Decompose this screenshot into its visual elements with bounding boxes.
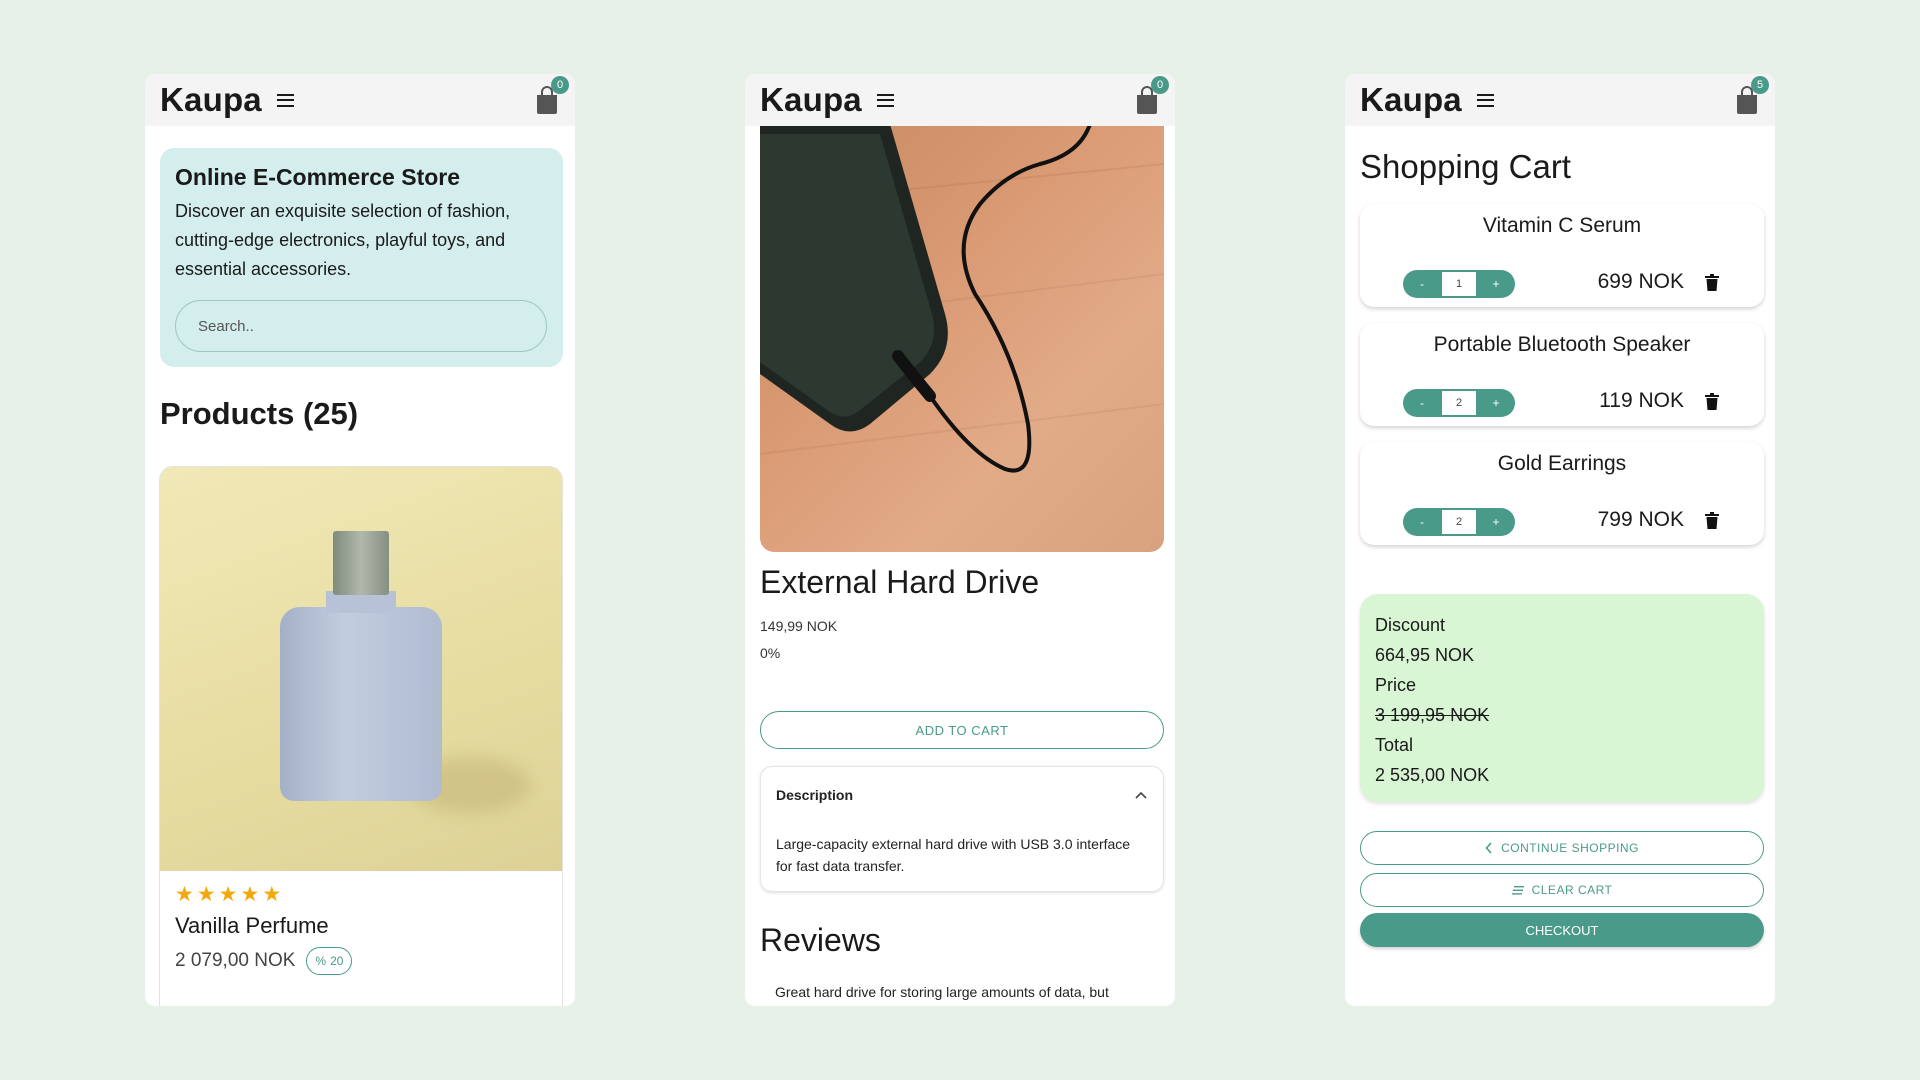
continue-shopping-button[interactable]: CONTINUE SHOPPING (1360, 831, 1764, 865)
page-title: Shopping Cart (1360, 148, 1571, 185)
menu-icon[interactable] (876, 93, 894, 107)
quantity-stepper: - + (1403, 508, 1515, 536)
description-text: Large-capacity external hard drive with … (776, 836, 1131, 874)
star-icon: ★ (218, 883, 238, 906)
product-image (760, 124, 1164, 552)
hero-text: Discover an exquisite selection of fashi… (175, 201, 511, 279)
product-card[interactable]: ★ ★ ★ ★ ★ Vanilla Perfume 2 079,00 NOK %… (159, 466, 563, 1006)
add-to-cart-button[interactable]: ADD TO CART (760, 711, 1164, 749)
products-heading: Products (25) (160, 396, 359, 431)
reviews-heading: Reviews (760, 922, 881, 958)
increase-button[interactable]: + (1477, 396, 1515, 410)
price-label: Price (1375, 675, 1417, 695)
brand-logo[interactable]: Kaupa (160, 81, 262, 119)
trash-icon[interactable] (1705, 512, 1719, 529)
decrease-button[interactable]: - (1403, 396, 1441, 410)
cart-item: Gold Earrings - + 799 NOK (1360, 442, 1764, 545)
discount-value: 20 (330, 954, 344, 968)
clear-cart-button[interactable]: CLEAR CART (1360, 873, 1764, 907)
product-discount: 0% (760, 645, 781, 661)
product-screen: Kaupa 0 External Hard Drive 149,99 NOK 0… (745, 74, 1175, 1006)
cart-item: Vitamin C Serum - + 699 NOK (1360, 204, 1764, 307)
description-accordion: Description Large-capacity external hard… (760, 766, 1164, 892)
review-text: Great hard drive for storing large amoun… (775, 984, 1109, 1000)
decrease-button[interactable]: - (1403, 277, 1441, 291)
decrease-button[interactable]: - (1403, 515, 1441, 529)
cart-screen: Kaupa 5 Shopping Cart Vitamin C Serum - … (1345, 74, 1775, 1006)
cart-item-name: Gold Earrings (1497, 452, 1627, 475)
cart-count-badge: 0 (551, 76, 569, 94)
app-header: Kaupa 0 (145, 74, 575, 126)
original-price: 3 199,95 NOK (1375, 705, 1490, 725)
continue-shopping-label: CONTINUE SHOPPING (1501, 841, 1639, 855)
menu-icon[interactable] (1476, 93, 1494, 107)
description-label: Description (776, 787, 854, 803)
cart-item-name: Portable Bluetooth Speaker (1433, 333, 1691, 356)
product-price: 2 079,00 NOK (175, 950, 296, 971)
cart-count-badge: 5 (1751, 76, 1769, 94)
home-screen: Kaupa 0 Online E-Commerce Store Discover… (145, 74, 575, 1006)
product-name[interactable]: Vanilla Perfume (175, 913, 547, 939)
cart-count-badge: 0 (1151, 76, 1169, 94)
brand-logo[interactable]: Kaupa (760, 81, 862, 119)
chevron-up-icon (1135, 791, 1147, 799)
discount-value: 664,95 NOK (1375, 645, 1475, 665)
quantity-input[interactable] (1441, 390, 1477, 416)
discount-label: Discount (1375, 615, 1446, 635)
cart-item-price: 119 NOK (1599, 389, 1684, 412)
increase-button[interactable]: + (1477, 277, 1515, 291)
trash-icon[interactable] (1705, 274, 1719, 291)
brand-logo[interactable]: Kaupa (1360, 81, 1462, 119)
checkout-button[interactable]: CHECKOUT (1360, 913, 1764, 947)
chevron-left-icon (1485, 842, 1492, 854)
discount-badge: % 20 (306, 947, 353, 975)
list-icon (1511, 885, 1524, 895)
cart-button[interactable]: 5 (1735, 76, 1769, 114)
product-image[interactable] (160, 467, 562, 871)
app-header: Kaupa 0 (745, 74, 1175, 126)
trash-icon[interactable] (1705, 393, 1719, 410)
star-icon: ★ (240, 883, 260, 906)
star-icon: ★ (196, 883, 216, 906)
cart-item-name: Vitamin C Serum (1482, 214, 1642, 237)
quantity-stepper: - + (1403, 389, 1515, 417)
star-icon: ★ (262, 883, 282, 906)
product-price: 149,99 NOK (760, 618, 838, 634)
cart-item-price: 799 NOK (1597, 508, 1684, 531)
cart-button[interactable]: 0 (535, 76, 569, 114)
percent-icon: % (315, 954, 327, 968)
cart-item: Portable Bluetooth Speaker - + 119 NOK (1360, 323, 1764, 426)
search-input[interactable] (175, 300, 547, 352)
app-header: Kaupa 5 (1345, 74, 1775, 126)
menu-icon[interactable] (276, 93, 294, 107)
star-icon: ★ (175, 883, 194, 906)
order-summary: Discount 664,95 NOK Price 3 199,95 NOK T… (1360, 594, 1764, 802)
description-toggle[interactable]: Description (776, 767, 1148, 823)
cart-item-price: 699 NOK (1597, 270, 1684, 293)
total-value: 2 535,00 NOK (1375, 765, 1490, 785)
quantity-input[interactable] (1441, 509, 1477, 535)
clear-cart-label: CLEAR CART (1531, 883, 1613, 897)
cart-button[interactable]: 0 (1135, 76, 1169, 114)
rating-stars: ★ ★ ★ ★ ★ (175, 883, 547, 907)
quantity-input[interactable] (1441, 271, 1477, 297)
hero-banner: Online E-Commerce Store Discover an exqu… (160, 148, 563, 367)
increase-button[interactable]: + (1477, 515, 1515, 529)
hero-title: Online E-Commerce Store (175, 164, 461, 190)
total-label: Total (1375, 735, 1414, 755)
product-title: External Hard Drive (760, 564, 1040, 600)
quantity-stepper: - + (1403, 270, 1515, 298)
